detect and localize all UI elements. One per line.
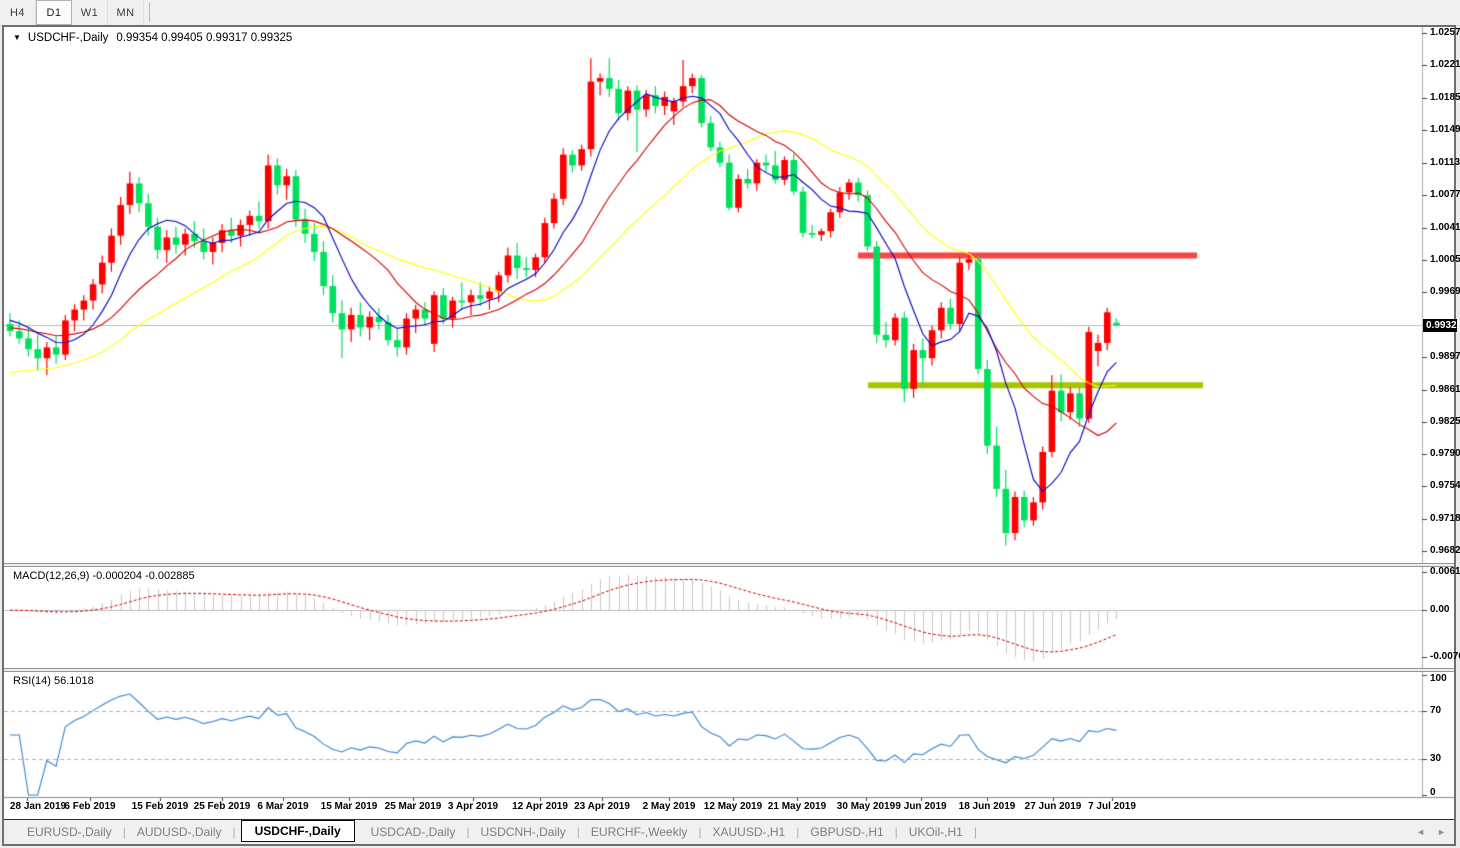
tab-gbpusd-h1[interactable]: GBPUSD-,H1	[799, 825, 894, 839]
price-axis-label: 0.97540	[1430, 480, 1460, 492]
tab-divider: |	[973, 825, 977, 839]
price-axis-label: 1.00050	[1430, 254, 1460, 266]
date-axis-label: 23 Apr 2019	[574, 801, 630, 812]
chart-canvas[interactable]	[4, 27, 1454, 844]
date-axis-label: 27 Jun 2019	[1024, 801, 1082, 812]
timeframe-button-mn[interactable]: MN	[108, 0, 144, 25]
date-axis-label: 15 Feb 2019	[131, 801, 189, 812]
date-axis-label: 12 Apr 2019	[512, 801, 568, 812]
rsi-pane-splitter[interactable]	[4, 668, 1454, 672]
tab-divider: |	[232, 825, 236, 839]
tab-scroll-arrows: ◄ ►	[1416, 827, 1446, 837]
tab-scroll-left-icon[interactable]: ◄	[1416, 827, 1425, 837]
tab-usdchf-daily[interactable]: USDCHF-,Daily	[240, 820, 355, 842]
date-axis-label: 2 May 2019	[642, 801, 696, 812]
tab-usdcnh-daily[interactable]: USDCNH-,Daily	[469, 825, 576, 839]
price-axis-label: 0.99690	[1430, 286, 1460, 298]
rsi-axis-label: 0	[1430, 787, 1436, 798]
timeframe-toolbar: H4 D1 W1 MN	[0, 0, 1460, 26]
timeframe-button-h4[interactable]: H4	[0, 0, 36, 25]
timeframe-button-w1[interactable]: W1	[72, 0, 108, 25]
date-axis-label: 6 Mar 2019	[257, 801, 309, 812]
price-axis-label: 1.02210	[1430, 59, 1460, 71]
price-axis-label: 1.01130	[1430, 156, 1460, 168]
price-axis-label: 1.01850	[1430, 91, 1460, 103]
date-axis-label: 28 Jan 2019	[9, 801, 67, 812]
price-axis-label: 0.97180	[1430, 512, 1460, 524]
tab-xauusd-h1[interactable]: XAUUSD-,H1	[702, 825, 797, 839]
date-axis-label: 25 Feb 2019	[193, 801, 251, 812]
macd-axis-label: 0.00613	[1430, 566, 1460, 578]
macd-axis-label: 0.00	[1430, 604, 1450, 616]
chart-dropdown-icon[interactable]: ▼	[13, 33, 21, 42]
macd-indicator-label: MACD(12,26,9) -0.000204 -0.002885	[13, 570, 195, 582]
toolbar-divider	[144, 3, 150, 22]
price-axis-label: 1.00410	[1430, 221, 1460, 233]
current-price-badge: 0.99325	[1423, 319, 1460, 333]
tab-usdcad-daily[interactable]: USDCAD-,Daily	[360, 825, 467, 839]
chart-title: ▼ USDCHF-,Daily 0.99354 0.99405 0.99317 0.…	[13, 32, 292, 44]
price-axis-label: 1.01490	[1430, 124, 1460, 136]
macd-name: MACD(12,26,9)	[13, 570, 90, 582]
chart-symbol-label: USDCHF-,Daily	[27, 32, 109, 44]
rsi-axis-label: 70	[1430, 705, 1442, 716]
macd-axis-label: -0.00761	[1430, 651, 1460, 663]
rsi-axis-label: 100	[1430, 673, 1447, 684]
macd-pane-splitter[interactable]	[4, 563, 1454, 567]
price-axis-label: 0.97900	[1430, 447, 1460, 459]
chart-window: ▼ USDCHF-,Daily 0.99354 0.99405 0.99317 0.…	[2, 25, 1460, 846]
timeframe-button-d1[interactable]: D1	[36, 0, 72, 25]
tab-scroll-right-icon[interactable]: ►	[1437, 827, 1446, 837]
date-axis-label: 25 Mar 2019	[384, 801, 442, 812]
price-axis-label: 1.00770	[1430, 189, 1460, 201]
chart-tab-bar: EURUSD-,Daily | AUDUSD-,Daily | USDCHF-,Dail…	[4, 819, 1454, 844]
price-axis-label: 0.98250	[1430, 416, 1460, 428]
date-axis-label: 12 May 2019	[703, 801, 763, 812]
price-axis-label: 1.02570	[1430, 27, 1460, 38]
price-axis-label: 0.98970	[1430, 351, 1460, 363]
rsi-axis-label: 30	[1430, 753, 1442, 764]
tab-eurchf-weekly[interactable]: EURCHF-,Weekly	[580, 825, 698, 839]
date-axis-label: 30 May 2019	[836, 801, 896, 812]
price-axis-label: 0.98610	[1430, 383, 1460, 395]
tab-audusd-daily[interactable]: AUDUSD-,Daily	[126, 825, 233, 839]
date-axis-label: 21 May 2019	[767, 801, 827, 812]
date-axis-label: 18 Jun 2019	[958, 801, 1016, 812]
date-axis-label: 7 Jul 2019	[1088, 801, 1136, 812]
chart-ohlc-values: 0.99354 0.99405 0.99317 0.99325	[116, 32, 293, 44]
date-axis-label: 15 Mar 2019	[320, 801, 378, 812]
macd-values: -0.000204 -0.002885	[92, 570, 195, 582]
tab-eurusd-daily[interactable]: EURUSD-,Daily	[16, 825, 123, 839]
date-axis-label: 9 Jun 2019	[895, 801, 947, 812]
price-axis-label: 0.96820	[1430, 545, 1460, 557]
tab-ukoil-h1[interactable]: UKOil-,H1	[898, 825, 974, 839]
trading-terminal: { "toolbar": { "timeframes": [ {"label":…	[0, 0, 1460, 848]
rsi-indicator-label: RSI(14) 56.1018	[13, 675, 94, 687]
date-axis-label: 3 Apr 2019	[447, 801, 499, 812]
date-axis-label: 6 Feb 2019	[64, 801, 116, 812]
